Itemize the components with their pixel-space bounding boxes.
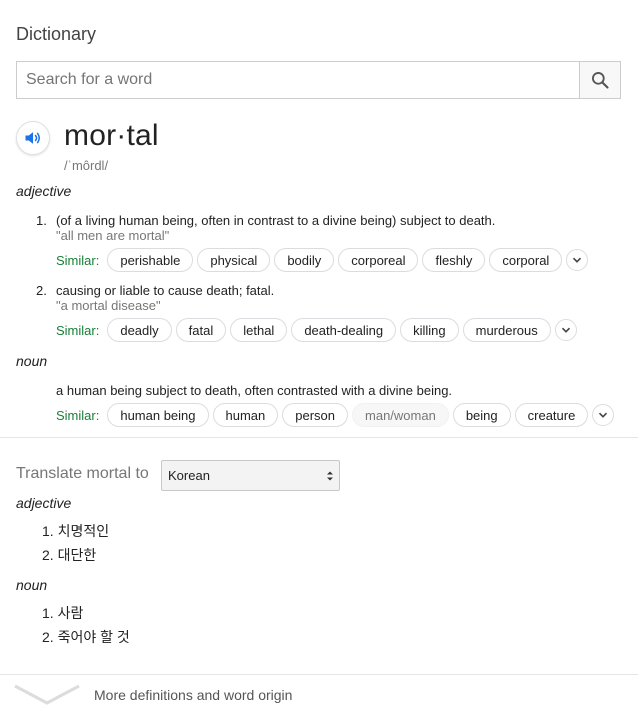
dictionary-card: Dictionary mor·tal /ˈmôrdl/ adjective 1.…	[0, 0, 638, 715]
expand-synonyms-button[interactable]	[554, 319, 577, 341]
language-select[interactable]: Korean	[161, 460, 340, 491]
translation-number: 2.	[42, 629, 54, 645]
section-divider	[0, 437, 638, 438]
sense-number: 2.	[36, 283, 47, 298]
synonym-chip[interactable]: lethal	[230, 318, 288, 342]
definition: causing or liable to cause death; fatal.	[56, 283, 275, 298]
translate-label: Translate mortal to	[16, 465, 149, 482]
translation-text: 치명적인	[57, 523, 110, 539]
synonym-chip[interactable]: perishable	[107, 248, 194, 272]
synonym-chip[interactable]: fatal	[175, 318, 227, 342]
chevron-down-icon	[599, 412, 608, 418]
similar-row: Similar: deadly fatal lethal death-deali…	[56, 318, 577, 342]
similar-row: Similar: perishable physical bodily corp…	[56, 248, 589, 272]
similar-row: Similar: human being human person man/wo…	[56, 403, 615, 427]
translation-text: 죽어야 할 것	[57, 629, 130, 645]
synonym-chip: man/woman	[352, 403, 449, 427]
translation-item: 1. 사람	[42, 603, 83, 623]
speaker-icon	[25, 132, 40, 144]
synonym-chip[interactable]: physical	[197, 248, 271, 272]
sense-number: 1.	[36, 213, 47, 228]
example: "a mortal disease"	[56, 298, 161, 313]
synonym-chip[interactable]: corporal	[489, 248, 563, 272]
chevron-down-icon	[14, 684, 80, 705]
translate-pos-noun: noun	[16, 577, 48, 593]
synonym-chip[interactable]: death-dealing	[291, 318, 397, 342]
translate-pos-adjective: adjective	[16, 495, 72, 511]
similar-label: Similar:	[56, 407, 100, 423]
definition: (of a living human being, often in contr…	[56, 213, 496, 228]
pos-noun: noun	[16, 353, 48, 369]
synonym-chip[interactable]: person	[282, 403, 349, 427]
headword: mor·tal	[64, 119, 159, 152]
phonetic: /ˈmôrdl/	[64, 158, 109, 173]
translation-number: 2.	[42, 547, 54, 563]
selected-language: Korean	[168, 468, 210, 483]
more-definitions-button[interactable]: More definitions and word origin	[0, 675, 638, 715]
similar-label: Similar:	[56, 322, 100, 338]
chevron-down-icon	[561, 327, 570, 333]
card-title: Dictionary	[16, 24, 97, 44]
translation-item: 2. 대단한	[42, 545, 96, 565]
translation-number: 1.	[42, 605, 54, 621]
pos-adjective: adjective	[16, 183, 72, 199]
chevron-down-icon	[573, 257, 582, 263]
select-arrows-icon	[327, 471, 333, 481]
search-button[interactable]	[579, 62, 620, 98]
synonym-chip[interactable]: corporeal	[338, 248, 419, 272]
expand-synonyms-button[interactable]	[592, 404, 615, 426]
synonym-chip[interactable]: human being	[107, 403, 209, 427]
pronunciation-button[interactable]	[16, 121, 50, 155]
definition: a human being subject to death, often co…	[56, 383, 453, 398]
synonym-chip[interactable]: killing	[400, 318, 459, 342]
synonym-chip[interactable]: human	[212, 403, 279, 427]
synonym-chip[interactable]: being	[452, 403, 511, 427]
more-definitions-label: More definitions and word origin	[94, 687, 293, 703]
example: "all men are mortal"	[56, 228, 170, 243]
search-icon	[592, 72, 609, 89]
synonym-chip[interactable]: bodily	[274, 248, 335, 272]
translation-text: 사람	[57, 605, 84, 621]
translation-text: 대단한	[57, 547, 97, 563]
translation-item: 1. 치명적인	[42, 521, 109, 541]
synonym-chip[interactable]: deadly	[107, 318, 172, 342]
synonym-chip[interactable]: creature	[514, 403, 589, 427]
synonym-chip[interactable]: murderous	[462, 318, 551, 342]
synonym-chip[interactable]: fleshly	[422, 248, 486, 272]
expand-synonyms-button[interactable]	[566, 249, 589, 271]
search-input[interactable]	[17, 62, 579, 98]
translation-number: 1.	[42, 523, 54, 539]
translation-item: 2. 죽어야 할 것	[42, 627, 130, 647]
search-box	[16, 61, 621, 99]
similar-label: Similar:	[56, 252, 100, 268]
